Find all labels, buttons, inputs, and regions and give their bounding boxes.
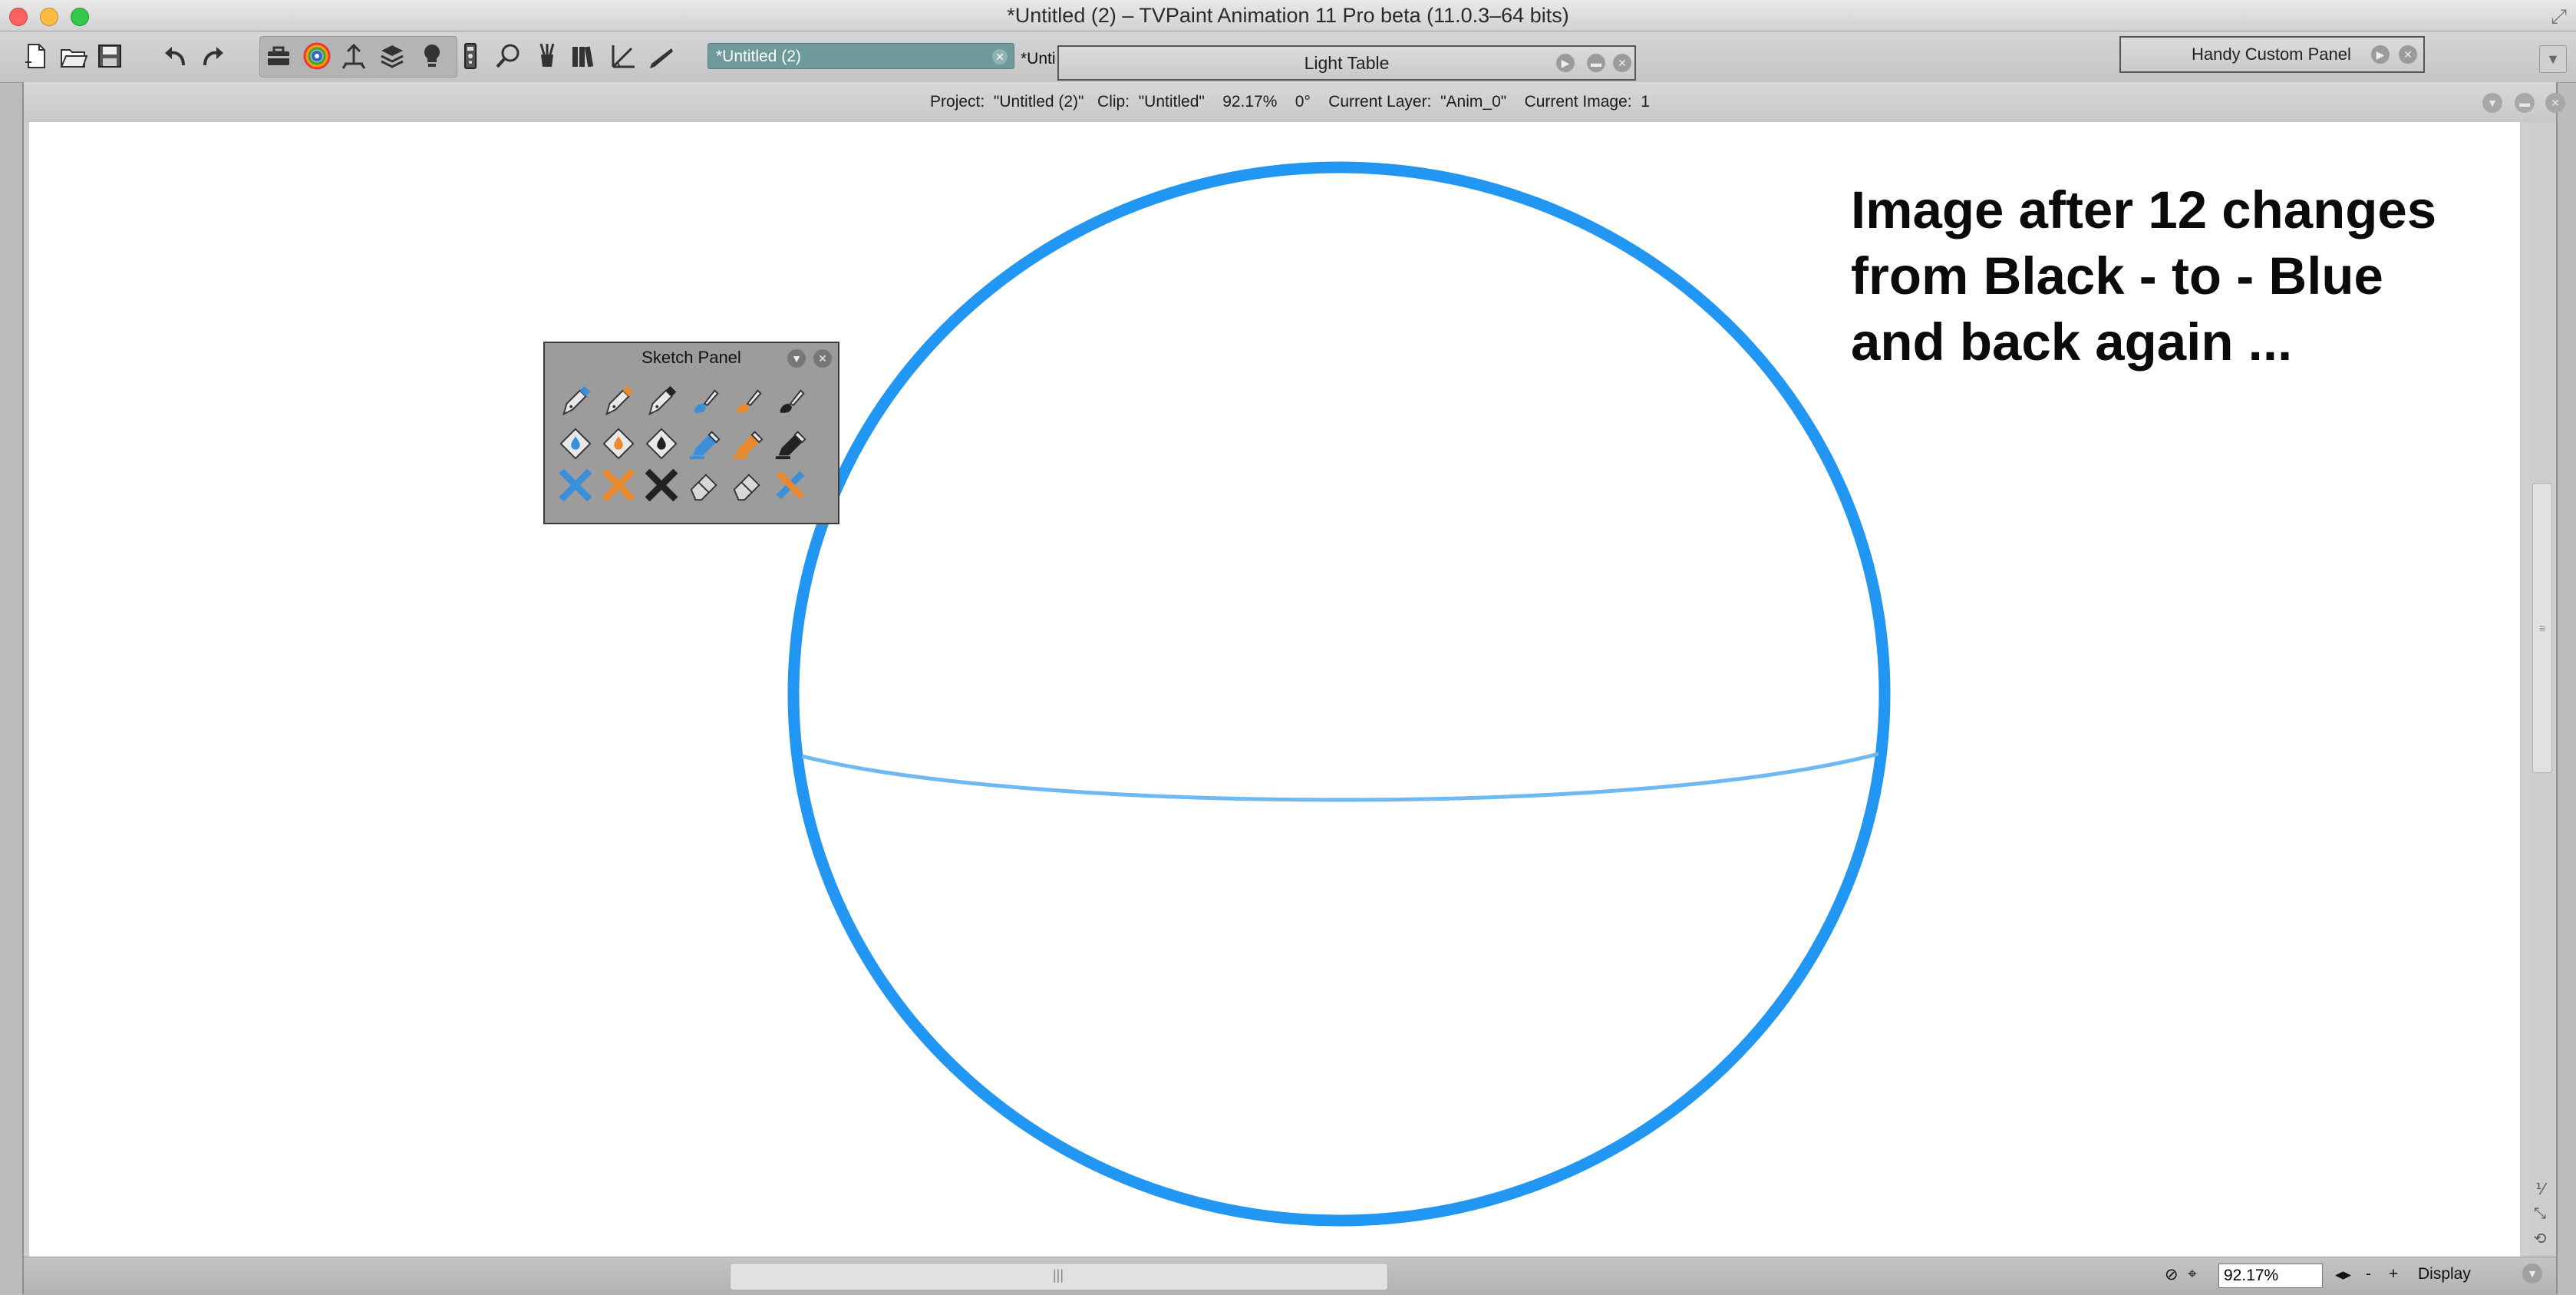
status-zoom: 92.17% bbox=[1222, 93, 1278, 111]
status-project-label: Project: bbox=[930, 93, 985, 111]
marker-blue-icon[interactable] bbox=[683, 423, 726, 464]
flip-horizontal-icon[interactable]: ◂▸ bbox=[2335, 1265, 2351, 1284]
status-clip-label: Clip: bbox=[1097, 93, 1130, 111]
brush-orange-icon[interactable] bbox=[726, 382, 769, 423]
light-table-panel-header[interactable]: Light Table ▶ ▬ ✕ bbox=[1057, 45, 1636, 81]
annotation-text: Image after 12 changes from Black - to -… bbox=[1851, 177, 2480, 375]
status-angle: 0° bbox=[1295, 93, 1311, 111]
status-image-value: 1 bbox=[1641, 93, 1650, 111]
brush-black-icon[interactable] bbox=[769, 382, 812, 423]
eraser-icon[interactable] bbox=[683, 464, 726, 506]
sketch-panel-menu-icon[interactable]: ▼ bbox=[787, 349, 806, 368]
brush-blue-icon[interactable] bbox=[683, 382, 726, 423]
project-tab-2[interactable]: *Unti bbox=[1021, 50, 1056, 68]
project-tab-label: *Untitled (2) bbox=[716, 48, 801, 65]
zoom-out-button[interactable]: - bbox=[2366, 1265, 2371, 1283]
eraser-soft-icon[interactable] bbox=[726, 464, 769, 506]
display-menu[interactable]: Display bbox=[2418, 1265, 2471, 1283]
viewer-minimize-icon[interactable]: ▬ bbox=[2515, 93, 2535, 113]
redo-icon[interactable] bbox=[195, 38, 230, 74]
panel-close-icon[interactable]: ✕ bbox=[1613, 54, 1631, 72]
vertical-scrollbar[interactable]: ≡ bbox=[2530, 122, 2553, 1257]
fill-orange-icon[interactable] bbox=[597, 423, 640, 464]
marker-orange-icon[interactable] bbox=[726, 423, 769, 464]
viewer-menu-icon[interactable]: ▼ bbox=[2482, 93, 2502, 113]
new-document-icon[interactable] bbox=[18, 38, 54, 74]
status-image-label: Current Image: bbox=[1524, 93, 1632, 111]
window-title: *Untitled (2) – TVPaint Animation 11 Pro… bbox=[1007, 4, 1569, 27]
center-view-icon[interactable]: ⌖ bbox=[2188, 1265, 2197, 1283]
pen-blue-icon[interactable] bbox=[554, 382, 597, 423]
open-folder-icon[interactable] bbox=[55, 38, 91, 74]
marker-black-icon[interactable] bbox=[769, 423, 812, 464]
pen-orange-icon[interactable] bbox=[597, 382, 640, 423]
clear-multi-icon[interactable] bbox=[769, 464, 812, 506]
project-tab[interactable]: *Untitled (2) ✕ bbox=[707, 43, 1014, 69]
drawing-canvas[interactable]: Image after 12 changes from Black - to -… bbox=[29, 122, 2520, 1257]
vertical-scroll-thumb[interactable]: ≡ bbox=[2532, 483, 2552, 773]
lightbulb-icon[interactable] bbox=[414, 38, 450, 74]
window-title-bar: *Untitled (2) – TVPaint Animation 11 Pro… bbox=[0, 0, 2576, 31]
fit-window-icon[interactable]: ⤡ bbox=[2534, 1205, 2546, 1223]
viewer-close-icon[interactable]: ✕ bbox=[2545, 93, 2565, 113]
color-wheel-icon[interactable] bbox=[299, 38, 335, 74]
viewer-window: Project: "Untitled (2)" Clip: "Untitled"… bbox=[22, 82, 2565, 1295]
status-project-value: "Untitled (2)" bbox=[993, 93, 1084, 111]
panel-close-icon[interactable]: ✕ bbox=[2399, 45, 2417, 64]
clear-orange-icon[interactable] bbox=[597, 464, 640, 506]
search-icon[interactable] bbox=[491, 38, 526, 74]
actual-size-icon[interactable]: ⅟ bbox=[2535, 1180, 2544, 1199]
sketch-tools-grid bbox=[554, 382, 812, 506]
annotation-line-2: from Black - to - Blue bbox=[1851, 246, 2383, 306]
pen-icon[interactable] bbox=[645, 38, 680, 74]
annotation-line-3: and back again ... bbox=[1851, 312, 2293, 372]
save-icon[interactable] bbox=[92, 38, 127, 74]
remote-icon[interactable] bbox=[453, 38, 488, 74]
display-chevron-icon[interactable]: ▼ bbox=[2522, 1264, 2542, 1283]
fill-blue-icon[interactable] bbox=[554, 423, 597, 464]
pen-black-icon[interactable] bbox=[640, 382, 683, 423]
zoom-in-button[interactable]: + bbox=[2389, 1265, 2398, 1283]
viewer-bottom-bar: ||| ⊘ ⌖ ◂▸ - + Display ▼ bbox=[24, 1257, 2556, 1295]
handy-panel-title: Handy Custom Panel bbox=[2192, 45, 2351, 64]
books-icon[interactable] bbox=[566, 38, 602, 74]
panel-play-icon[interactable]: ▶ bbox=[1556, 54, 1575, 72]
status-layer-value: "Anim_0" bbox=[1440, 93, 1507, 111]
viewer-side-tools: ⅟ ⤡ ⟲ bbox=[2528, 1180, 2551, 1248]
panel-minimize-icon[interactable]: ▬ bbox=[1587, 54, 1605, 72]
zoom-input[interactable] bbox=[2218, 1264, 2323, 1288]
fill-black-icon[interactable] bbox=[640, 423, 683, 464]
sphere-outline bbox=[787, 161, 1891, 1227]
reset-view-icon[interactable]: ⊘ bbox=[2165, 1265, 2179, 1284]
close-tab-icon[interactable]: ✕ bbox=[992, 49, 1008, 64]
handy-custom-panel-header[interactable]: Handy Custom Panel ▶ ✕ bbox=[2119, 36, 2425, 73]
fullscreen-icon[interactable]: ⤢ bbox=[2551, 5, 2567, 29]
toolbar-menu-chevron-icon[interactable]: ▼ bbox=[2539, 45, 2567, 73]
sketch-panel[interactable]: Sketch Panel ▼ ✕ bbox=[543, 342, 839, 524]
annotation-line-1: Image after 12 changes bbox=[1851, 180, 2437, 240]
clear-blue-icon[interactable] bbox=[554, 464, 597, 506]
angle-ruler-icon[interactable] bbox=[606, 38, 642, 74]
timeline-icon[interactable] bbox=[336, 38, 371, 74]
horizontal-scroll-thumb[interactable]: ||| bbox=[730, 1263, 1388, 1290]
panel-play-icon[interactable]: ▶ bbox=[2371, 45, 2390, 64]
undo-icon[interactable] bbox=[158, 38, 193, 74]
rotate-icon[interactable]: ⟲ bbox=[2534, 1229, 2547, 1248]
light-table-title: Light Table bbox=[1304, 53, 1390, 73]
status-layer-label: Current Layer: bbox=[1328, 93, 1432, 111]
status-clip-value: "Untitled" bbox=[1138, 93, 1205, 111]
main-toolbar: *Untitled (2) ✕ *Unti Light Table ▶ ▬ ✕ … bbox=[0, 31, 2576, 83]
brush-cup-icon[interactable] bbox=[529, 38, 565, 74]
viewer-status-line: Project: "Untitled (2)" Clip: "Untitled"… bbox=[24, 82, 2556, 122]
sketch-panel-close-icon[interactable]: ✕ bbox=[813, 349, 832, 368]
sphere-equator bbox=[801, 752, 1879, 802]
clear-black-icon[interactable] bbox=[640, 464, 683, 506]
layers-icon[interactable] bbox=[374, 38, 410, 74]
toolbox-icon[interactable] bbox=[261, 38, 296, 74]
